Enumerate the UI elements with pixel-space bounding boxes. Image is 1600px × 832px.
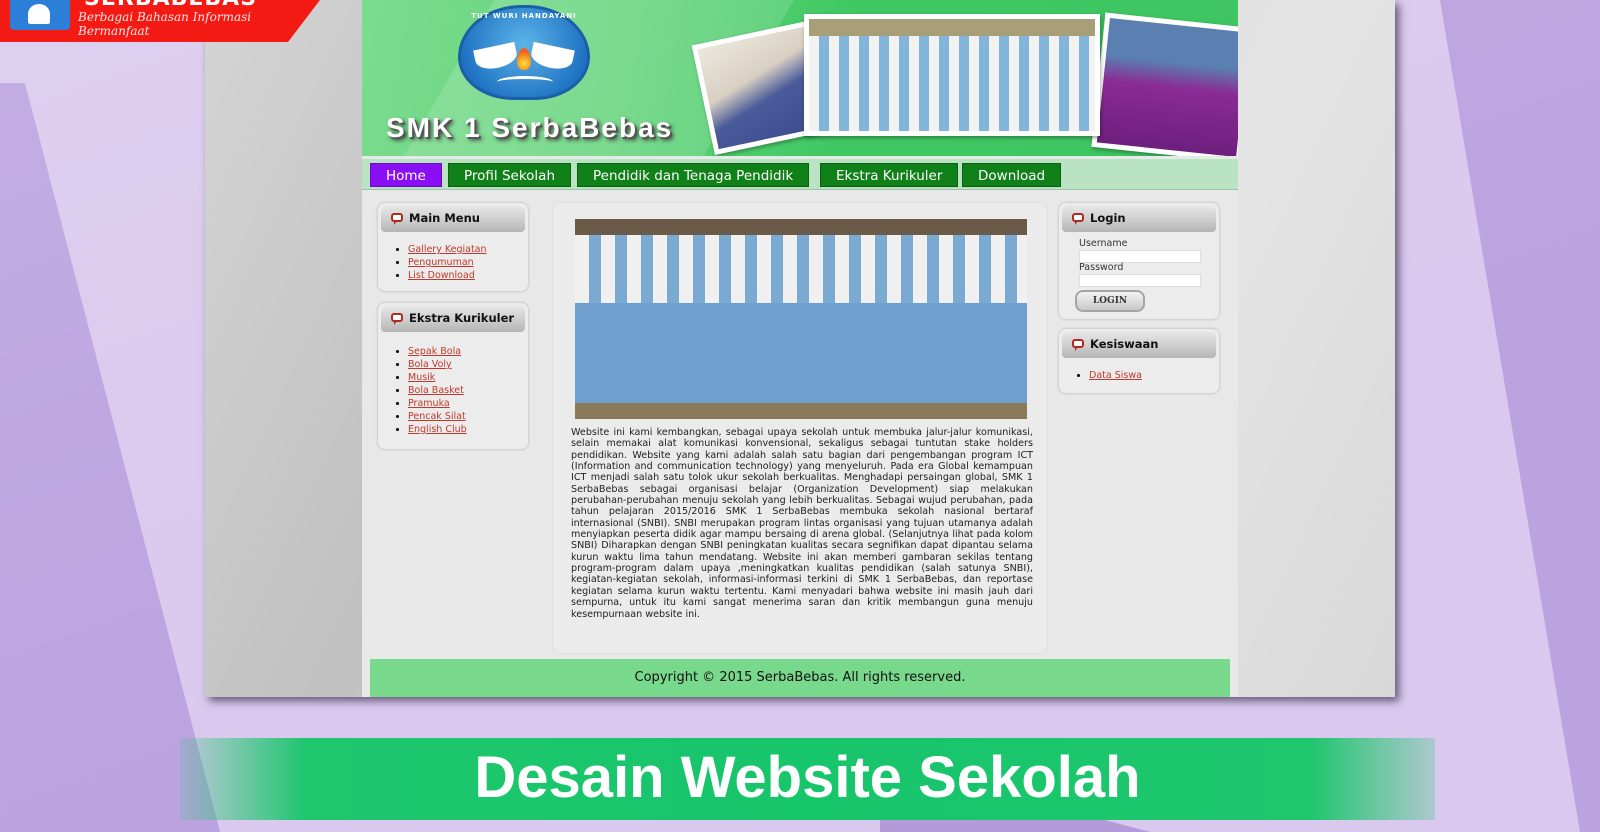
list-item: Gallery Kegiatan (408, 243, 487, 256)
box-title: Ekstra Kurikuler (409, 311, 515, 325)
header-photo (1091, 12, 1238, 156)
brand-logo-icon (10, 0, 70, 30)
username-label: Username (1079, 238, 1128, 249)
group-photo (575, 219, 1027, 419)
link-pramuka[interactable]: Pramuka (408, 398, 450, 409)
box-title: Login (1090, 211, 1126, 225)
tut-wuri-handayani-emblem-icon: TUT WURI HANDAYANI (458, 5, 590, 100)
list-item: Pramuka (408, 397, 467, 410)
speech-bubble-icon (1072, 339, 1084, 351)
link-data-siswa[interactable]: Data Siswa (1089, 370, 1142, 381)
link-bola-voly[interactable]: Bola Voly (408, 359, 452, 370)
brand-badge: SERBABEBAS Berbagai Bahasan Informasi Be… (0, 0, 320, 42)
list-item: Pencak Silat (408, 410, 467, 423)
list-item: Sepak Bola (408, 345, 467, 358)
caption-title: Desain Website Sekolah (474, 745, 1141, 810)
main-navigation: Home Profil Sekolah Pendidik dan Tenaga … (362, 158, 1238, 190)
nav-download[interactable]: Download (962, 163, 1062, 187)
copyright-text: Copyright © 2015 SerbaBebas. All rights … (634, 670, 966, 685)
speech-bubble-icon (391, 213, 403, 225)
site-footer: Copyright © 2015 SerbaBebas. All rights … (370, 659, 1230, 697)
login-box: Login Username Password LOGIN (1058, 202, 1220, 320)
password-label: Password (1079, 262, 1124, 273)
list-item: Pengumuman (408, 256, 487, 269)
speech-bubble-icon (1072, 213, 1084, 225)
kesiswaan-box: Kesiswaan Data Siswa (1058, 328, 1220, 394)
link-pengumuman[interactable]: Pengumuman (408, 257, 474, 268)
box-title: Kesiswaan (1090, 337, 1159, 351)
login-button[interactable]: LOGIN (1075, 290, 1145, 312)
box-header: Ekstra Kurikuler (381, 306, 525, 332)
main-menu-box: Main Menu Gallery Kegiatan Pengumuman Li… (377, 202, 529, 292)
school-website: TUT WURI HANDAYANI SMK 1 SerbaBebas Home… (362, 0, 1238, 697)
list-item: List Download (408, 269, 487, 282)
school-name: SMK 1 SerbaBebas (386, 112, 674, 143)
header-photo-group (804, 14, 1100, 136)
link-english-club[interactable]: English Club (408, 424, 467, 435)
nav-home[interactable]: Home (370, 163, 442, 187)
emblem-motto: TUT WURI HANDAYANI (471, 12, 577, 20)
box-header: Login (1062, 206, 1216, 232)
list-item: Musik (408, 371, 467, 384)
link-sepak-bola[interactable]: Sepak Bola (408, 346, 461, 357)
list-item: Bola Basket (408, 384, 467, 397)
book-icon (497, 76, 553, 88)
link-musik[interactable]: Musik (408, 372, 435, 383)
link-bola-basket[interactable]: Bola Basket (408, 385, 464, 396)
password-input[interactable] (1079, 274, 1201, 287)
list-item: Data Siswa (1089, 369, 1142, 382)
site-header: TUT WURI HANDAYANI SMK 1 SerbaBebas (362, 0, 1238, 156)
link-list-download[interactable]: List Download (408, 270, 475, 281)
nav-pendidik-dan-tenaga-pendidik[interactable]: Pendidik dan Tenaga Pendidik (577, 163, 810, 187)
speech-bubble-icon (391, 313, 403, 325)
main-content: Website ini kami kembangkan, sebagai upa… (552, 202, 1048, 654)
intro-paragraph: Website ini kami kembangkan, sebagai upa… (571, 427, 1033, 620)
box-header: Main Menu (381, 206, 525, 232)
box-header: Kesiswaan (1062, 332, 1216, 358)
box-title: Main Menu (409, 211, 480, 225)
flame-icon (517, 48, 531, 70)
brand-tagline: Berbagai Bahasan Informasi Bermanfaat (78, 10, 252, 38)
list-item: Bola Voly (408, 358, 467, 371)
link-gallery-kegiatan[interactable]: Gallery Kegiatan (408, 244, 487, 255)
ekstra-list: Sepak Bola Bola Voly Musik Bola Basket P… (408, 345, 467, 436)
main-menu-list: Gallery Kegiatan Pengumuman List Downloa… (408, 243, 487, 282)
list-item: English Club (408, 423, 467, 436)
caption-banner: Desain Website Sekolah (180, 738, 1435, 820)
nav-profil-sekolah[interactable]: Profil Sekolah (448, 163, 572, 187)
nav-ekstra-kurikuler[interactable]: Ekstra Kurikuler (820, 163, 959, 187)
link-pencak-silat[interactable]: Pencak Silat (408, 411, 466, 422)
kesiswaan-list: Data Siswa (1089, 369, 1142, 382)
ekstra-kurikuler-box: Ekstra Kurikuler Sepak Bola Bola Voly Mu… (377, 302, 529, 450)
